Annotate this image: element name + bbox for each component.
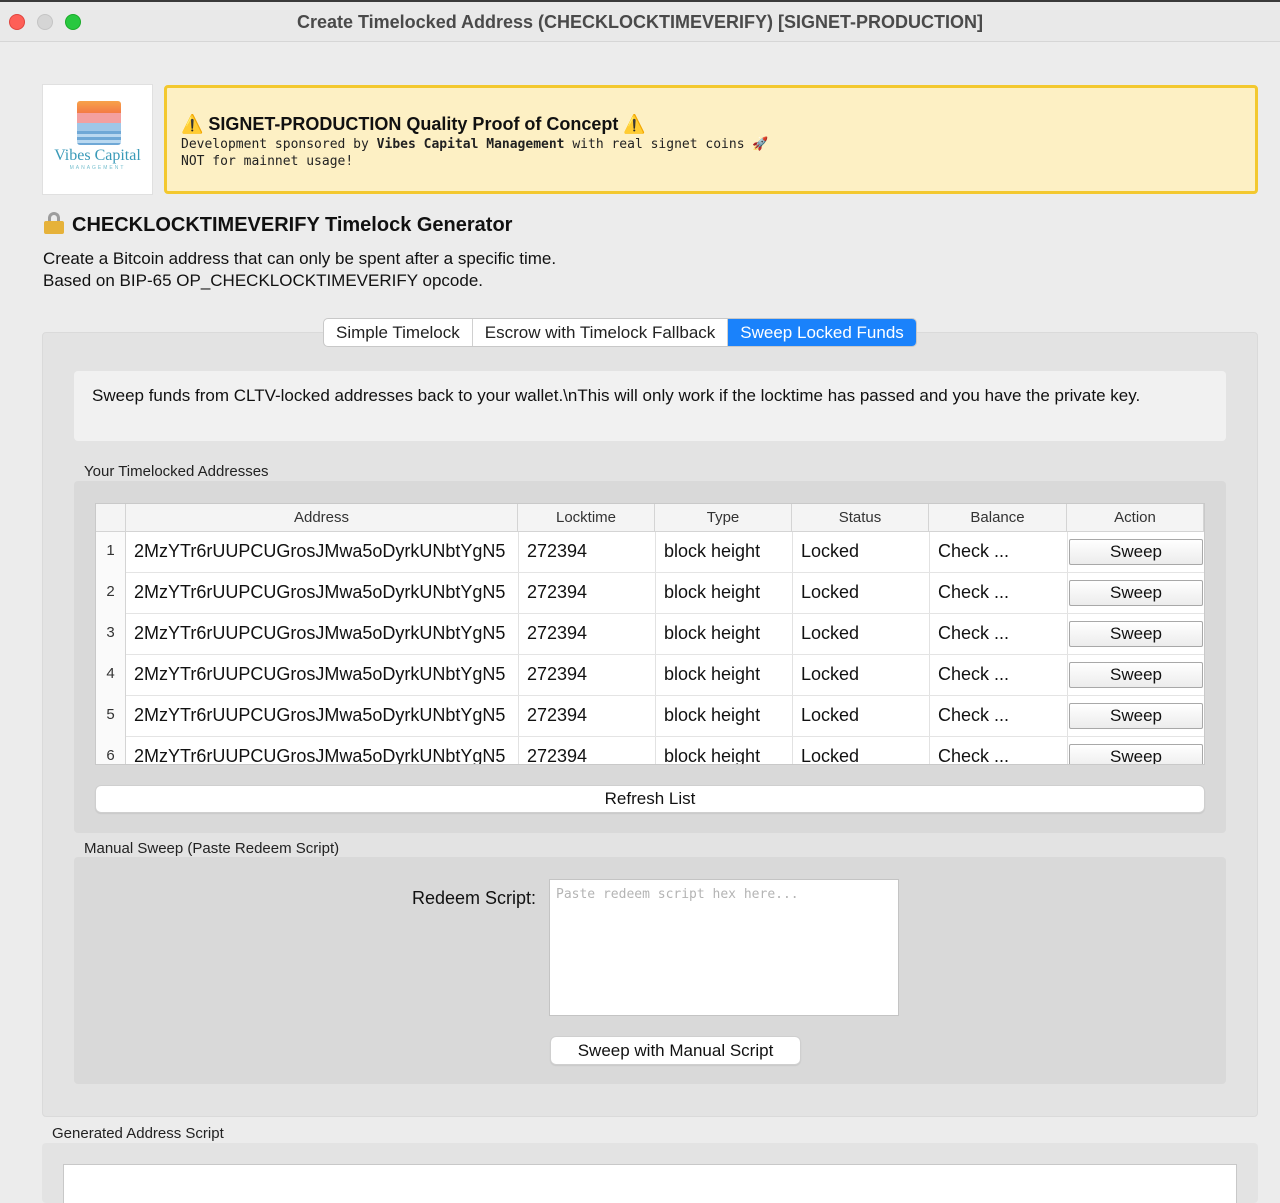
balance-cell: Check ... bbox=[938, 705, 1010, 725]
sweep-info-box: Sweep funds from CLTV-locked addresses b… bbox=[74, 371, 1226, 441]
column-header-locktime[interactable]: Locktime bbox=[518, 504, 655, 532]
status-cell: Locked bbox=[801, 541, 860, 561]
sweep-button[interactable]: Sweep bbox=[1069, 744, 1203, 764]
balance-cell: Check ... bbox=[938, 746, 1010, 765]
address-cell: 2MzYTr6rUUPCUGrosJMwa5oDyrkUNbtYgN5 bbox=[134, 664, 506, 684]
timelocked-addresses-table: Address Locktime Type Status Balance Act… bbox=[95, 503, 1205, 765]
sweep-button[interactable]: Sweep bbox=[1069, 662, 1203, 688]
row-number: 6 bbox=[96, 737, 126, 764]
page-title: CHECKLOCKTIMEVERIFY Timelock Generator bbox=[44, 212, 512, 237]
redeem-script-input[interactable] bbox=[549, 879, 899, 1016]
status-cell: Locked bbox=[801, 623, 860, 643]
sweep-button[interactable]: Sweep bbox=[1069, 539, 1203, 565]
generated-script-output[interactable] bbox=[63, 1164, 1237, 1203]
table-row[interactable]: 5 2MzYTr6rUUPCUGrosJMwa5oDyrkUNbtYgN5 2723… bbox=[96, 696, 1204, 737]
status-cell: Locked bbox=[801, 705, 860, 725]
locktime-cell: 272394 bbox=[527, 664, 588, 684]
type-cell: block height bbox=[664, 541, 761, 561]
sweep-info-text: Sweep funds from CLTV-locked addresses b… bbox=[92, 386, 1141, 405]
status-cell: Locked bbox=[801, 664, 860, 684]
tab-simple-timelock[interactable]: Simple Timelock bbox=[324, 319, 473, 346]
table-row[interactable]: 1 2MzYTr6rUUPCUGrosJMwa5oDyrkUNbtYgN5 2723… bbox=[96, 532, 1204, 573]
column-header-type[interactable]: Type bbox=[655, 504, 792, 532]
app-window: Create Timelocked Address (CHECKLOCKTIME… bbox=[0, 0, 1280, 1203]
column-header-status[interactable]: Status bbox=[792, 504, 929, 532]
type-cell: block height bbox=[664, 705, 761, 725]
address-cell: 2MzYTr6rUUPCUGrosJMwa5oDyrkUNbtYgN5 bbox=[134, 705, 506, 725]
logo-name: Vibes Capital bbox=[54, 147, 141, 164]
sponsor-suffix: with real signet coins 🚀 bbox=[564, 137, 769, 152]
sweep-button[interactable]: Sweep bbox=[1069, 703, 1203, 729]
table-row[interactable]: 3 2MzYTr6rUUPCUGrosJMwa5oDyrkUNbtYgN5 2723… bbox=[96, 614, 1204, 655]
table-header: Address Locktime Type Status Balance Act… bbox=[96, 504, 1204, 532]
redeem-script-label: Redeem Script: bbox=[412, 888, 537, 908]
type-cell: block height bbox=[664, 582, 761, 602]
row-number: 2 bbox=[96, 573, 126, 614]
tab-escrow-timelock-fallback[interactable]: Escrow with Timelock Fallback bbox=[473, 319, 729, 346]
address-cell: 2MzYTr6rUUPCUGrosJMwa5oDyrkUNbtYgN5 bbox=[134, 541, 506, 561]
column-header-address[interactable]: Address bbox=[126, 504, 518, 532]
balance-cell: Check ... bbox=[938, 541, 1010, 561]
status-cell: Locked bbox=[801, 582, 860, 602]
table-row[interactable]: 4 2MzYTr6rUUPCUGrosJMwa5oDyrkUNbtYgN5 2723… bbox=[96, 655, 1204, 696]
tab-bar: Simple Timelock Escrow with Timelock Fal… bbox=[323, 318, 917, 347]
type-cell: block height bbox=[664, 623, 761, 643]
balance-cell: Check ... bbox=[938, 623, 1010, 643]
window-title: Create Timelocked Address (CHECKLOCKTIME… bbox=[296, 12, 984, 32]
page-title-text: CHECKLOCKTIMEVERIFY Timelock Generator bbox=[72, 214, 513, 236]
sunset-logo-icon bbox=[77, 101, 121, 145]
column-header-action[interactable]: Action bbox=[1067, 504, 1204, 532]
column-header-balance[interactable]: Balance bbox=[929, 504, 1067, 532]
sweep-manual-script-button[interactable]: Sweep with Manual Script bbox=[550, 1036, 801, 1065]
row-number: 5 bbox=[96, 696, 126, 737]
address-cell: 2MzYTr6rUUPCUGrosJMwa5oDyrkUNbtYgN5 bbox=[134, 582, 506, 602]
title-bar: Create Timelocked Address (CHECKLOCKTIME… bbox=[0, 0, 1280, 42]
warning-banner: ⚠️ SIGNET-PRODUCTION Quality Proof of Co… bbox=[164, 85, 1258, 194]
description-line-2: Based on BIP-65 OP_CHECKLOCKTIMEVERIFY o… bbox=[43, 271, 483, 290]
balance-cell: Check ... bbox=[938, 664, 1010, 684]
locktime-cell: 272394 bbox=[527, 746, 588, 765]
refresh-list-button[interactable]: Refresh List bbox=[95, 785, 1205, 813]
status-cell: Locked bbox=[801, 746, 860, 765]
generated-script-label: Generated Address Script bbox=[52, 1125, 224, 1142]
manual-sweep-group-label: Manual Sweep (Paste Redeem Script) bbox=[84, 840, 340, 857]
locktime-cell: 272394 bbox=[527, 541, 588, 561]
mainnet-warning: NOT for mainnet usage! bbox=[181, 154, 354, 169]
address-cell: 2MzYTr6rUUPCUGrosJMwa5oDyrkUNbtYgN5 bbox=[134, 746, 506, 765]
type-cell: block height bbox=[664, 664, 761, 684]
sweep-button[interactable]: Sweep bbox=[1069, 580, 1203, 606]
locktime-cell: 272394 bbox=[527, 705, 588, 725]
sponsor-name: Vibes Capital Management bbox=[376, 137, 565, 152]
tab-sweep-locked-funds[interactable]: Sweep Locked Funds bbox=[728, 319, 916, 346]
row-number: 3 bbox=[96, 614, 126, 655]
row-number: 1 bbox=[96, 532, 126, 573]
locktime-cell: 272394 bbox=[527, 582, 588, 602]
address-cell: 2MzYTr6rUUPCUGrosJMwa5oDyrkUNbtYgN5 bbox=[134, 623, 506, 643]
sponsor-line: Development sponsored by Vibes Capital M… bbox=[181, 137, 769, 152]
addresses-group-label: Your Timelocked Addresses bbox=[84, 463, 269, 480]
lock-icon bbox=[44, 212, 64, 234]
banner-title: ⚠️ SIGNET-PRODUCTION Quality Proof of Co… bbox=[181, 114, 646, 134]
locktime-cell: 272394 bbox=[527, 623, 588, 643]
sponsor-prefix: Development sponsored by bbox=[181, 137, 377, 152]
company-logo: Vibes Capital MANAGEMENT bbox=[42, 84, 153, 195]
row-number: 4 bbox=[96, 655, 126, 696]
sweep-button[interactable]: Sweep bbox=[1069, 621, 1203, 647]
balance-cell: Check ... bbox=[938, 582, 1010, 602]
table-row[interactable]: 6 2MzYTr6rUUPCUGrosJMwa5oDyrkUNbtYgN5 2723… bbox=[96, 737, 1204, 765]
type-cell: block height bbox=[664, 746, 761, 765]
description-line-1: Create a Bitcoin address that can only b… bbox=[43, 249, 557, 268]
logo-subtitle: MANAGEMENT bbox=[69, 165, 126, 171]
row-number-header bbox=[96, 504, 126, 532]
table-row[interactable]: 2 2MzYTr6rUUPCUGrosJMwa5oDyrkUNbtYgN5 2723… bbox=[96, 573, 1204, 614]
